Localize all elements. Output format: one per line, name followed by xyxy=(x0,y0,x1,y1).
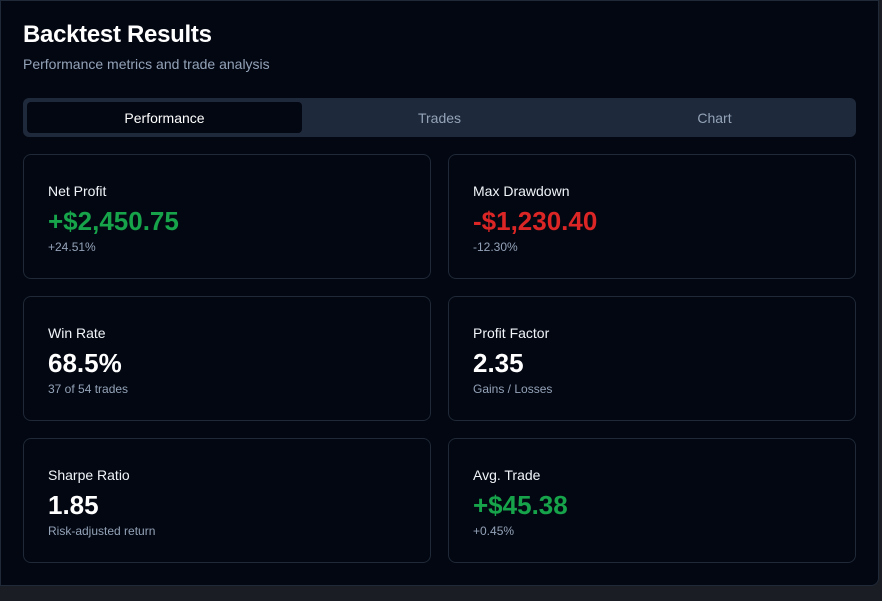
tab-trades[interactable]: Trades xyxy=(302,102,577,133)
metric-label: Sharpe Ratio xyxy=(48,467,130,483)
metric-subtext: 37 of 54 trades xyxy=(48,382,129,396)
metric-value: 68.5% xyxy=(48,348,122,378)
metric-label: Profit Factor xyxy=(473,325,550,341)
metric-value: 1.85 xyxy=(48,490,99,520)
metric-value: -$1,230.40 xyxy=(473,206,598,236)
metric-card-net-profit: Net Profit +$2,450.75 +24.51% xyxy=(23,154,431,279)
metrics-grid: Net Profit +$2,450.75 +24.51% Max Drawdo… xyxy=(23,154,856,563)
metric-card-win-rate: Win Rate 68.5% 37 of 54 trades xyxy=(23,296,431,421)
tab-chart[interactable]: Chart xyxy=(577,102,852,133)
metric-label: Net Profit xyxy=(48,183,107,199)
page-subtitle: Performance metrics and trade analysis xyxy=(23,56,270,72)
metric-card-max-drawdown: Max Drawdown -$1,230.40 -12.30% xyxy=(448,154,856,279)
tab-bar: Performance Trades Chart xyxy=(23,98,856,137)
backtest-results-panel: Backtest Results Performance metrics and… xyxy=(0,0,879,586)
metric-subtext: Risk-adjusted return xyxy=(48,524,156,538)
tab-performance[interactable]: Performance xyxy=(27,102,302,133)
metric-label: Win Rate xyxy=(48,325,106,341)
metric-subtext: -12.30% xyxy=(473,240,518,254)
metric-subtext: +24.51% xyxy=(48,240,96,254)
metric-subtext: Gains / Losses xyxy=(473,382,553,396)
metric-value: +$2,450.75 xyxy=(48,206,179,236)
page-title: Backtest Results xyxy=(23,21,212,48)
metric-card-sharpe-ratio: Sharpe Ratio 1.85 Risk-adjusted return xyxy=(23,438,431,563)
metric-card-profit-factor: Profit Factor 2.35 Gains / Losses xyxy=(448,296,856,421)
metric-card-avg-trade: Avg. Trade +$45.38 +0.45% xyxy=(448,438,856,563)
metric-value: 2.35 xyxy=(473,348,524,378)
metric-label: Max Drawdown xyxy=(473,183,570,199)
metric-label: Avg. Trade xyxy=(473,467,541,483)
metric-subtext: +0.45% xyxy=(473,524,515,538)
metric-value: +$45.38 xyxy=(473,490,568,520)
